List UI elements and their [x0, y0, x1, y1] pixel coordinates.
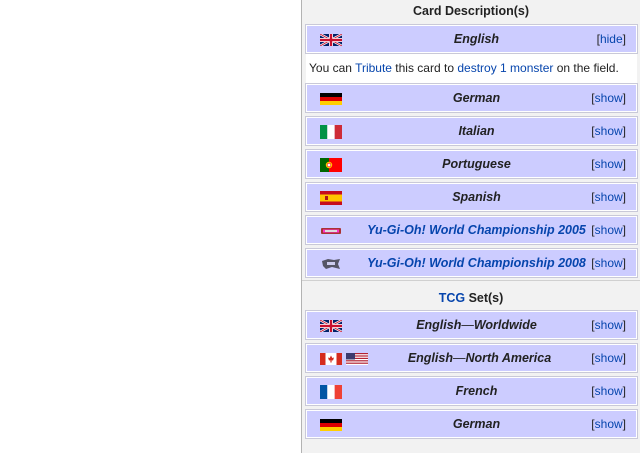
set-region-label: French [455, 384, 498, 398]
tcg-link[interactable]: TCG [439, 291, 465, 305]
card-infobox: Card Description(s) English [hide] You c… [302, 0, 640, 453]
show-link[interactable]: show [595, 157, 623, 171]
wc2005-link[interactable]: Yu-Gi-Oh! World Championship 2005 [367, 217, 586, 243]
description-row-wc2008[interactable]: Yu-Gi-Oh! World Championship 2008 [show] [306, 249, 637, 277]
description-row-portuguese[interactable]: Portuguese [show] [306, 150, 637, 178]
usa-flag-icon [346, 353, 368, 365]
monster-link[interactable]: 1 monster [500, 61, 553, 75]
language-label: German [452, 91, 501, 105]
wc2008-link[interactable]: Yu-Gi-Oh! World Championship 2008 [367, 250, 586, 276]
show-link[interactable]: show [595, 417, 623, 431]
language-label: Portuguese [442, 157, 511, 171]
show-link[interactable]: show [595, 351, 623, 365]
germany-flag-icon [320, 419, 342, 431]
toggle-wc2008[interactable]: [show] [591, 250, 626, 276]
toggle-french[interactable]: [show] [591, 378, 626, 404]
toggle-spanish[interactable]: [show] [591, 184, 626, 210]
toggle-german[interactable]: [show] [591, 85, 626, 111]
show-link[interactable]: show [595, 256, 623, 270]
description-row-german[interactable]: German [show] [306, 84, 637, 112]
language-label: English [453, 32, 500, 46]
language-label: Italian [458, 124, 495, 138]
show-link[interactable]: show [595, 318, 623, 332]
description-row-english[interactable]: English [hide] [306, 25, 637, 53]
show-link[interactable]: show [595, 124, 623, 138]
uk-flag-icon [320, 34, 342, 46]
set-region-label: English—Worldwide [416, 318, 537, 332]
set-row-english-worldwide[interactable]: English—Worldwide [show] [306, 311, 637, 339]
set-row-german[interactable]: German [show] [306, 410, 637, 438]
canada-usa-flags-icon [320, 353, 368, 365]
description-row-spanish[interactable]: Spanish [show] [306, 183, 637, 211]
canada-flag-icon [320, 353, 342, 365]
toggle-italian[interactable]: [show] [591, 118, 626, 144]
wc2005-logo-icon [320, 225, 342, 237]
show-link[interactable]: show [595, 91, 623, 105]
show-link[interactable]: show [595, 384, 623, 398]
show-link[interactable]: show [595, 190, 623, 204]
tcg-sets-title: Set(s) [465, 291, 504, 305]
english-description-text: You can Tribute this card to destroy 1 m… [306, 53, 637, 84]
set-region-label: German [452, 417, 501, 431]
set-region-label: English—North America [407, 351, 552, 365]
card-descriptions-header: Card Description(s) [302, 0, 640, 22]
tribute-link[interactable]: Tribute [355, 61, 392, 75]
language-label: Spanish [452, 190, 501, 204]
description-row-italian[interactable]: Italian [show] [306, 117, 637, 145]
toggle-english-worldwide[interactable]: [show] [591, 312, 626, 338]
toggle-english[interactable]: [hide] [597, 26, 626, 52]
wc2008-logo-icon [320, 258, 342, 270]
set-row-french[interactable]: French [show] [306, 377, 637, 405]
tcg-sets-header: TCG Set(s) [302, 287, 640, 309]
hide-link[interactable]: hide [600, 32, 623, 46]
left-content-pane [0, 0, 302, 453]
italy-flag-icon [320, 125, 342, 139]
card-descriptions-title: Card Description(s) [413, 4, 529, 18]
toggle-wc2005[interactable]: [show] [591, 217, 626, 243]
toggle-english-north-america[interactable]: [show] [591, 345, 626, 371]
spain-flag-icon [320, 191, 342, 205]
france-flag-icon [320, 385, 342, 399]
germany-flag-icon [320, 93, 342, 105]
destroy-link[interactable]: destroy [457, 61, 496, 75]
uk-flag-icon [320, 320, 342, 332]
show-link[interactable]: show [595, 223, 623, 237]
toggle-portuguese[interactable]: [show] [591, 151, 626, 177]
description-row-wc2005[interactable]: Yu-Gi-Oh! World Championship 2005 [show] [306, 216, 637, 244]
toggle-german-set[interactable]: [show] [591, 411, 626, 437]
section-divider [302, 280, 640, 287]
set-row-english-north-america[interactable]: English—North America [show] [306, 344, 637, 372]
portugal-flag-icon [320, 158, 342, 172]
